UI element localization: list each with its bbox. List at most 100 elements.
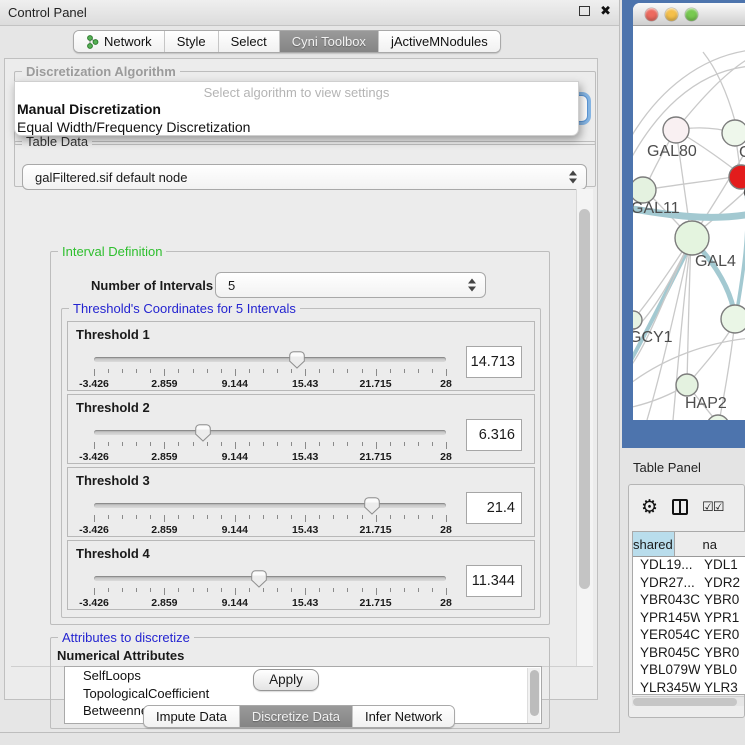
mac-close-button[interactable] xyxy=(645,8,658,21)
column-header-1[interactable]: shared... xyxy=(633,532,675,556)
tick-label: 15.43 xyxy=(292,597,318,609)
mac-zoom-button[interactable] xyxy=(685,8,698,21)
table-cell: YBL079W xyxy=(633,662,700,680)
table-data-group: Table Data galFiltered.sif default node xyxy=(14,141,596,187)
slider-tick-labels: -3.4262.8599.14415.4321.71528 xyxy=(94,524,446,536)
table-data-combobox[interactable]: galFiltered.sif default node xyxy=(22,164,587,190)
group-title: Table Data xyxy=(22,134,92,149)
tab-style[interactable]: Style xyxy=(164,31,218,52)
threshold-panel: Threshold 1-3.4262.8599.14415.4321.71528… xyxy=(67,321,535,391)
tab-network[interactable]: Network xyxy=(74,31,164,52)
threshold-panel: Threshold 2-3.4262.8599.14415.4321.71528… xyxy=(67,394,535,464)
table-row[interactable]: YPR145WYPR1 xyxy=(633,610,745,628)
node-right-mid[interactable] xyxy=(721,305,745,333)
scrollbar-thumb[interactable] xyxy=(530,670,539,716)
network-canvas[interactable]: GAL80GACGAL11GAL4GCY1HHAP2 xyxy=(633,26,745,420)
num-intervals-value: 5 xyxy=(228,278,235,293)
threshold-panel: Threshold 3-3.4262.8599.14415.4321.71528… xyxy=(67,467,535,537)
table-row[interactable]: YLR345WYLR3 xyxy=(633,680,745,696)
tick-label: 9.144 xyxy=(222,378,248,390)
scrollbar-thumb[interactable] xyxy=(579,209,590,589)
slider-track[interactable] xyxy=(94,503,446,508)
threshold-value-field[interactable]: 14.713 xyxy=(466,346,522,378)
control-panel-window: Control Panel ✖ NetworkStyleSelectCyni T… xyxy=(0,0,620,733)
slider-thumb[interactable] xyxy=(289,351,305,369)
apply-button[interactable]: Apply xyxy=(253,669,319,691)
network-icon xyxy=(86,35,99,49)
group-title: Threshold's Coordinates for 5 Intervals xyxy=(69,301,300,316)
threshold-slider[interactable]: -3.4262.8599.14415.4321.71528 xyxy=(94,425,446,463)
list-scrollbar[interactable] xyxy=(527,668,540,724)
node-label-gcy1: GCY1 xyxy=(633,329,673,346)
threshold-value-field[interactable]: 11.344 xyxy=(466,565,522,597)
tab-discretize-data[interactable]: Discretize Data xyxy=(239,706,352,727)
table-row[interactable]: YBR043CYBR0 xyxy=(633,592,745,610)
threshold-slider[interactable]: -3.4262.8599.14415.4321.71528 xyxy=(94,352,446,390)
tab-impute-data[interactable]: Impute Data xyxy=(144,706,239,727)
tab-label: Discretize Data xyxy=(252,709,340,724)
table-cell: YPR1 xyxy=(700,610,745,628)
columns-icon[interactable] xyxy=(672,499,688,515)
table-hscrollbar[interactable] xyxy=(632,696,744,706)
tick-label: 2.859 xyxy=(151,524,177,536)
interval-definition-group: Interval Definition Number of Intervals … xyxy=(50,251,550,625)
node-gcy1[interactable] xyxy=(633,311,642,329)
table-row[interactable]: YBR045CYBR0 xyxy=(633,645,745,663)
threshold-slider[interactable]: -3.4262.8599.14415.4321.71528 xyxy=(94,571,446,609)
num-intervals-combobox[interactable]: 5 xyxy=(215,272,486,298)
mac-minimize-button[interactable] xyxy=(665,8,678,21)
tick-label: -3.426 xyxy=(79,451,109,463)
close-icon[interactable]: ✖ xyxy=(600,5,611,17)
table-cell: YBR0 xyxy=(700,592,745,610)
float-window-icon[interactable] xyxy=(579,6,590,16)
slider-track[interactable] xyxy=(94,357,446,362)
node-gal80[interactable] xyxy=(663,117,689,143)
table-row[interactable]: YER054CYER0 xyxy=(633,627,745,645)
spinner-arrows-icon xyxy=(468,279,476,292)
table-cell: YDR27... xyxy=(633,575,700,593)
algorithm-dropdown-popup: Select algorithm to view settings Manual… xyxy=(14,81,579,136)
node-bottom[interactable] xyxy=(707,415,729,420)
node-gal4[interactable] xyxy=(675,221,709,255)
group-title: Discretization Algorithm xyxy=(22,64,180,79)
scrollbar-thumb[interactable] xyxy=(633,698,737,706)
slider-thumb[interactable] xyxy=(251,570,267,588)
table-row[interactable]: YDR27...YDR2 xyxy=(633,575,745,593)
tab-infer-network[interactable]: Infer Network xyxy=(352,706,454,727)
num-intervals-label: Number of Intervals xyxy=(91,278,213,293)
algorithm-option-manual-discretization[interactable]: Manual Discretization xyxy=(15,100,578,118)
slider-thumb[interactable] xyxy=(195,424,211,442)
threshold-label: Threshold 4 xyxy=(76,546,150,561)
tab-select[interactable]: Select xyxy=(218,31,279,52)
column-header-2[interactable]: na xyxy=(675,532,745,556)
settings-scrollpane: Interval Definition Number of Intervals … xyxy=(11,189,593,667)
table-cell: YBR043C xyxy=(633,592,700,610)
gear-icon[interactable]: ⚙ xyxy=(641,498,658,517)
node-top-right[interactable] xyxy=(722,120,745,146)
table-row[interactable]: YBL079WYBL0 xyxy=(633,662,745,680)
table-panel: ⚙ ☑☑ shared...na YDL19...YDL1YDR27...YDR… xyxy=(628,484,745,718)
slider-thumb[interactable] xyxy=(364,497,380,515)
node-label-hap2: HAP2 xyxy=(685,395,727,412)
checkbox-icons[interactable]: ☑☑ xyxy=(702,499,723,515)
tick-label: -3.426 xyxy=(79,597,109,609)
panel-title: Control Panel xyxy=(8,5,87,20)
tab-cyni-toolbox[interactable]: Cyni Toolbox xyxy=(279,31,378,52)
threshold-slider[interactable]: -3.4262.8599.14415.4321.71528 xyxy=(94,498,446,536)
table-cell: YLR3 xyxy=(700,680,745,696)
algorithm-option-equal-width-frequency-discretization[interactable]: Equal Width/Frequency Discretization xyxy=(15,118,578,136)
tab-label: Impute Data xyxy=(156,709,227,724)
threshold-value-field[interactable]: 21.4 xyxy=(466,492,522,524)
thresholds-group: Threshold's Coordinates for 5 Intervals … xyxy=(61,308,541,618)
table-row[interactable]: YDL19...YDL1 xyxy=(633,557,745,575)
network-window-titlebar[interactable] xyxy=(633,3,745,26)
panel-scrollbar[interactable] xyxy=(576,189,593,666)
tab-jactivemnodules[interactable]: jActiveMNodules xyxy=(378,31,500,52)
node-table[interactable]: shared...na YDL19...YDL1YDR27...YDR2YBR0… xyxy=(632,531,745,695)
node-hap2[interactable] xyxy=(676,374,698,396)
threshold-value-field[interactable]: 6.316 xyxy=(466,419,522,451)
slider-ticks xyxy=(94,442,446,450)
slider-track[interactable] xyxy=(94,430,446,435)
slider-track[interactable] xyxy=(94,576,446,581)
tick-label: -3.426 xyxy=(79,524,109,536)
